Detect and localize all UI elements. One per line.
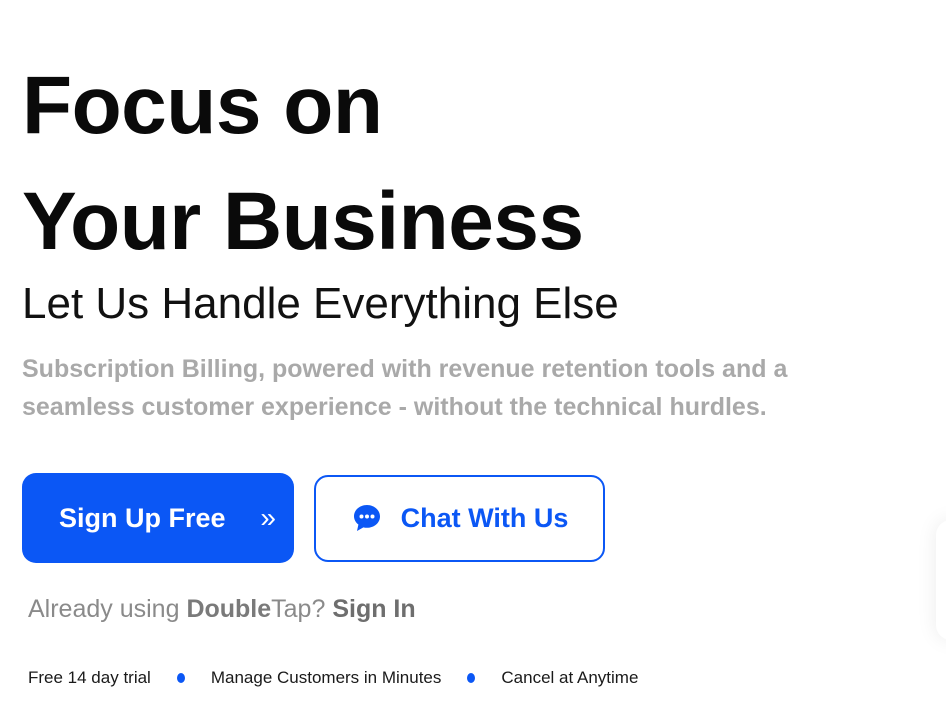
- brand-name-regular: Tap: [271, 595, 312, 623]
- chat-bubble-icon: [353, 505, 380, 531]
- double-chevron-right-icon: »: [260, 502, 276, 533]
- hero-description: Subscription Billing, powered with reven…: [22, 355, 788, 421]
- feature-item: Free 14 day trial: [28, 668, 151, 687]
- sign-in-prefix: Already using: [28, 595, 187, 623]
- brand-name-bold: Double: [186, 595, 272, 623]
- subheading: Let Us Handle Everything Else: [22, 279, 619, 328]
- hero-section: Focus on Your Business Let Us Handle Eve…: [22, 48, 922, 688]
- headline-line-1: Focus on: [22, 60, 383, 151]
- headline: Focus on Your Business: [22, 48, 922, 280]
- feature-item: Manage Customers in Minutes: [210, 668, 442, 687]
- feature-list: Free 14 day trial Manage Customers in Mi…: [28, 668, 922, 688]
- sign-up-free-label: Sign Up Free: [59, 502, 226, 533]
- bullet-dot-icon: [176, 673, 185, 683]
- cta-row: Sign Up Free » Chat With Us: [22, 473, 922, 563]
- sign-in-prompt: Already using DoubleTap? Sign In: [28, 595, 922, 624]
- feature-item: Cancel at Anytime: [501, 668, 639, 687]
- chat-with-us-button[interactable]: Chat With Us: [314, 474, 605, 562]
- sign-in-question: ?: [311, 595, 333, 623]
- chat-with-us-label: Chat With Us: [400, 502, 569, 533]
- edge-widget-shadow: [936, 520, 946, 640]
- headline-line-2: Your Business: [22, 176, 584, 267]
- bullet-dot-icon: [467, 673, 476, 683]
- sign-up-free-button[interactable]: Sign Up Free »: [22, 473, 294, 563]
- sign-in-link[interactable]: Sign In: [332, 595, 415, 623]
